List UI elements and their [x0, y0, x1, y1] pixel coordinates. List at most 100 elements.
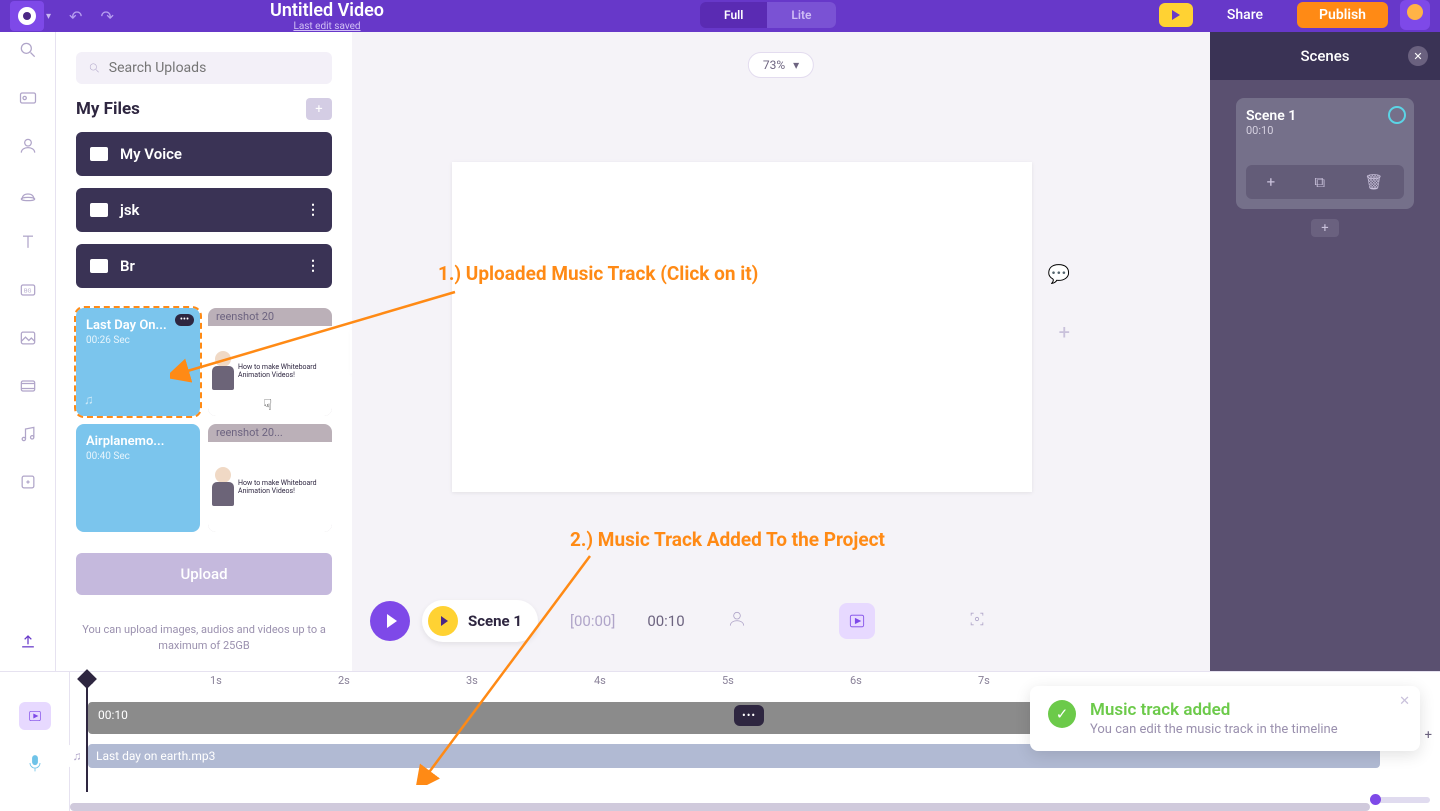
- search-uploads-box[interactable]: [76, 52, 332, 84]
- chevron-down-icon: ▾: [793, 58, 799, 72]
- video-icon[interactable]: [18, 376, 38, 396]
- undo-icon[interactable]: ↶: [69, 7, 82, 26]
- duplicate-scene-icon[interactable]: ⧉: [1314, 173, 1325, 191]
- upload-button[interactable]: Upload: [76, 553, 332, 595]
- mouse-cursor-icon: ☟: [263, 396, 272, 414]
- ruler-tick: 2s: [338, 674, 350, 687]
- svg-text:BG: BG: [23, 289, 31, 295]
- top-bar: ▾ ↶ ↷ Untitled Video Last edit saved Ful…: [0, 0, 1440, 32]
- tile-name: Airplanemo...: [86, 434, 190, 449]
- search-icon[interactable]: [18, 40, 38, 60]
- mode-lite[interactable]: Lite: [767, 2, 835, 28]
- tile-duration: 00:26 Sec: [86, 335, 190, 346]
- text-icon[interactable]: [18, 232, 38, 252]
- canvas-stage[interactable]: [452, 162, 1032, 492]
- toast-body: You can edit the music track in the time…: [1090, 722, 1338, 737]
- scene-status-icon: [1388, 106, 1406, 124]
- zoom-control[interactable]: 73% ▾: [748, 52, 814, 78]
- search-icon: [88, 61, 101, 75]
- add-scene-button[interactable]: +: [1311, 219, 1339, 237]
- publish-button[interactable]: Publish: [1297, 2, 1388, 28]
- folder-label: Br: [120, 257, 135, 275]
- music-icon[interactable]: [18, 424, 38, 444]
- upload-icon[interactable]: [18, 631, 38, 651]
- scene-card-title: Scene 1: [1246, 108, 1404, 124]
- scene-card[interactable]: Scene 1 00:10 + ⧉ 🗑: [1236, 98, 1414, 209]
- logo-chevron-icon[interactable]: ▾: [46, 11, 51, 22]
- preview-play-button[interactable]: [1159, 3, 1193, 27]
- upload-tile-screenshot-2[interactable]: reenshot 20... How to make Whiteboard An…: [208, 424, 332, 532]
- project-title[interactable]: Untitled Video: [270, 0, 384, 21]
- background-icon[interactable]: BG: [18, 280, 38, 300]
- thumbnail-text: How to make Whiteboard Animation Videos!: [238, 479, 328, 496]
- mode-full[interactable]: Full: [700, 2, 767, 28]
- ruler-tick: 6s: [850, 674, 862, 687]
- annotation-2: 2.) Music Track Added To the Project: [570, 528, 885, 551]
- play-icon: [441, 616, 448, 626]
- upload-tile-audio-airplane[interactable]: Airplanemo... 00:40 Sec: [76, 424, 200, 532]
- scene-selector[interactable]: Scene 1: [422, 600, 538, 642]
- search-uploads-input[interactable]: [109, 60, 320, 76]
- props-icon[interactable]: [18, 184, 38, 204]
- toast-title: Music track added: [1090, 700, 1338, 720]
- audio-track-icon: ♫: [66, 745, 88, 767]
- scene-card-duration: 00:10: [1246, 124, 1404, 137]
- timeline-mic-icon[interactable]: [25, 752, 45, 780]
- zoom-in-icon[interactable]: +: [1425, 728, 1432, 743]
- play-icon: [387, 614, 397, 628]
- play-icon: [1172, 10, 1180, 20]
- focus-icon[interactable]: [967, 609, 987, 634]
- toast-close-icon[interactable]: ✕: [1399, 694, 1410, 709]
- image-icon[interactable]: [18, 328, 38, 348]
- folder-icon: [90, 203, 108, 217]
- play-all-button[interactable]: [370, 601, 410, 641]
- effects-icon[interactable]: [18, 472, 38, 492]
- folder-br[interactable]: Br ⋮: [76, 244, 332, 288]
- share-button[interactable]: Share: [1205, 3, 1285, 27]
- slider-thumb[interactable]: [1370, 794, 1381, 805]
- ruler-tick: 5s: [722, 674, 734, 687]
- toast-music-added: ✓ Music track added You can edit the mus…: [1030, 686, 1420, 751]
- delete-scene-icon[interactable]: 🗑: [1364, 173, 1383, 191]
- tile-name: reenshot 20: [216, 310, 274, 323]
- app-logo[interactable]: [10, 1, 44, 31]
- editor-mode-toggle: Full Lite: [700, 2, 836, 28]
- add-element-icon[interactable]: +: [1059, 320, 1070, 344]
- user-action-icon[interactable]: [727, 609, 747, 634]
- timeline-scrollbar[interactable]: [70, 803, 1370, 811]
- zoom-value: 73%: [763, 58, 785, 72]
- project-title-block: Untitled Video Last edit saved: [270, 0, 384, 32]
- add-scene-icon[interactable]: +: [1267, 173, 1276, 191]
- scenes-panel: Scenes ✕ Scene 1 00:10 + ⧉ 🗑 +: [1210, 32, 1440, 671]
- comment-icon[interactable]: 💬: [1048, 264, 1070, 285]
- redo-icon[interactable]: ↷: [100, 7, 113, 26]
- folder-jsk[interactable]: jsk ⋮: [76, 188, 332, 232]
- audio-clip-name: Last day on earth.mp3: [96, 749, 215, 763]
- folder-menu-icon[interactable]: ⋮: [306, 258, 320, 274]
- my-files-heading: My Files: [76, 99, 140, 119]
- tool-rail: BG: [0, 32, 56, 671]
- character-icon[interactable]: [18, 136, 38, 156]
- timeline-zoom-slider[interactable]: [1370, 797, 1430, 803]
- timeline-video-track-icon[interactable]: [19, 702, 51, 730]
- film-mode-icon[interactable]: [839, 603, 875, 639]
- user-avatar[interactable]: [1400, 0, 1430, 30]
- clip-duration: 00:10: [98, 708, 128, 722]
- play-scene-button[interactable]: [428, 606, 458, 636]
- folder-menu-icon[interactable]: ⋮: [306, 202, 320, 218]
- scenes-icon[interactable]: [18, 88, 38, 108]
- current-scene-label: Scene 1: [468, 612, 522, 630]
- thumbnail-text: How to make Whiteboard Animation Videos!: [238, 363, 328, 380]
- tile-name: reenshot 20...: [216, 426, 283, 439]
- time-start: [00:00]: [570, 612, 615, 630]
- ruler-tick: 3s: [466, 674, 478, 687]
- folder-label: My Voice: [120, 145, 182, 163]
- add-folder-button[interactable]: +: [306, 98, 332, 120]
- thumbnail-character: [212, 351, 234, 391]
- uploads-panel: My Files + My Voice jsk ⋮ Br ⋮ Last Day …: [56, 32, 352, 671]
- folder-my-voice[interactable]: My Voice: [76, 132, 332, 176]
- clip-menu-icon[interactable]: •••: [734, 705, 764, 726]
- upload-tile-audio-lastday[interactable]: Last Day On... 00:26 Sec ••• ♫: [76, 308, 200, 416]
- save-status[interactable]: Last edit saved: [270, 21, 384, 32]
- close-scenes-button[interactable]: ✕: [1408, 46, 1428, 66]
